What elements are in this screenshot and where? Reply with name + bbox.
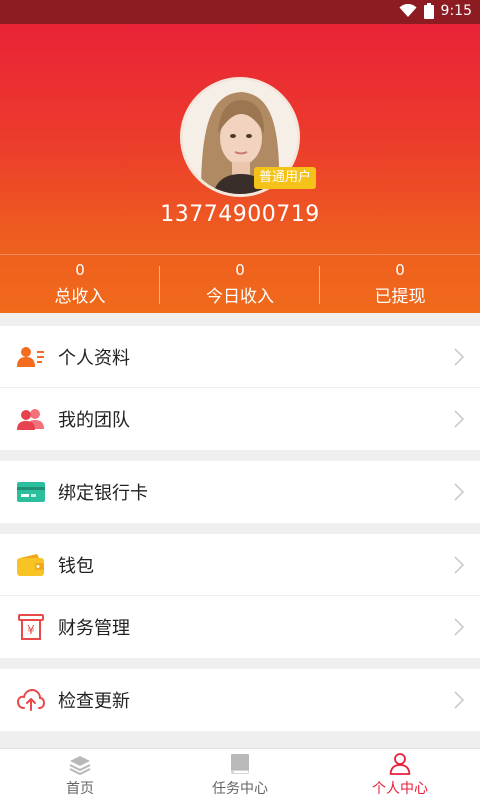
stat-total-income[interactable]: 0 总收入 xyxy=(0,255,160,313)
menu-item-my-team[interactable]: 我的团队 xyxy=(0,388,480,450)
tab-personal-center[interactable]: 个人中心 xyxy=(320,749,480,800)
menu-label: 财务管理 xyxy=(58,618,130,639)
menu-item-finance[interactable]: ¥ 财务管理 xyxy=(0,596,480,658)
menu-group-system: 检查更新 xyxy=(0,669,480,731)
finance-icon: ¥ xyxy=(17,613,45,641)
chevron-right-icon xyxy=(454,483,464,501)
wallet-icon xyxy=(17,551,45,579)
wifi-icon xyxy=(399,4,417,17)
team-icon xyxy=(17,405,45,433)
profile-header: 普通用户 13774900719 0 总收入 0 今日收入 0 已提现 xyxy=(0,24,480,313)
battery-icon xyxy=(423,3,434,19)
stat-today-income[interactable]: 0 今日收入 xyxy=(160,255,320,313)
user-level-badge: 普通用户 xyxy=(254,167,317,189)
chevron-right-icon xyxy=(454,618,464,636)
chevron-right-icon xyxy=(454,410,464,428)
stat-label: 已提现 xyxy=(374,287,426,307)
svg-text:¥: ¥ xyxy=(27,623,35,637)
profile-card-icon xyxy=(17,343,45,371)
menu-label: 钱包 xyxy=(58,555,94,577)
tab-label: 任务中心 xyxy=(212,781,268,797)
stat-withdrawn[interactable]: 0 已提现 xyxy=(320,255,480,313)
tab-label: 个人中心 xyxy=(372,781,428,797)
stat-value: 0 xyxy=(75,261,85,279)
status-time: 9:15 xyxy=(440,3,472,19)
menu-label: 个人资料 xyxy=(58,347,130,369)
bottom-tab-bar: 首页 任务中心 个人中心 xyxy=(0,748,480,800)
menu-label: 检查更新 xyxy=(58,691,130,712)
chevron-right-icon xyxy=(454,556,464,574)
stat-value: 0 xyxy=(395,261,405,279)
tab-label: 首页 xyxy=(66,781,94,797)
layers-icon xyxy=(69,756,91,775)
status-bar: 9:15 xyxy=(0,0,480,24)
menu-label: 我的团队 xyxy=(58,410,130,431)
stat-label: 今日收入 xyxy=(206,287,274,307)
bank-card-icon xyxy=(17,478,45,506)
menu-item-personal-info[interactable]: 个人资料 xyxy=(0,326,480,388)
income-stats: 0 总收入 0 今日收入 0 已提现 xyxy=(0,254,480,313)
menu-group-bank: 绑定银行卡 xyxy=(0,461,480,523)
menu-item-check-update[interactable]: 检查更新 xyxy=(0,669,480,731)
book-icon xyxy=(231,754,249,774)
chevron-right-icon xyxy=(454,348,464,366)
menu-group-account: 个人资料 我的团队 xyxy=(0,326,480,450)
menu-item-bind-bank-card[interactable]: 绑定银行卡 xyxy=(0,461,480,523)
cloud-upload-icon xyxy=(17,686,45,714)
stat-label: 总收入 xyxy=(54,287,106,307)
menu-label: 绑定银行卡 xyxy=(58,483,148,504)
chevron-right-icon xyxy=(454,691,464,709)
stat-value: 0 xyxy=(235,261,245,279)
tab-home[interactable]: 首页 xyxy=(0,749,160,800)
user-phone: 13774900719 xyxy=(160,202,320,227)
menu-item-wallet[interactable]: 钱包 xyxy=(0,534,480,596)
menu-group-finance: 钱包 ¥ 财务管理 xyxy=(0,534,480,658)
tab-task-center[interactable]: 任务中心 xyxy=(160,749,320,800)
person-icon xyxy=(389,753,411,775)
